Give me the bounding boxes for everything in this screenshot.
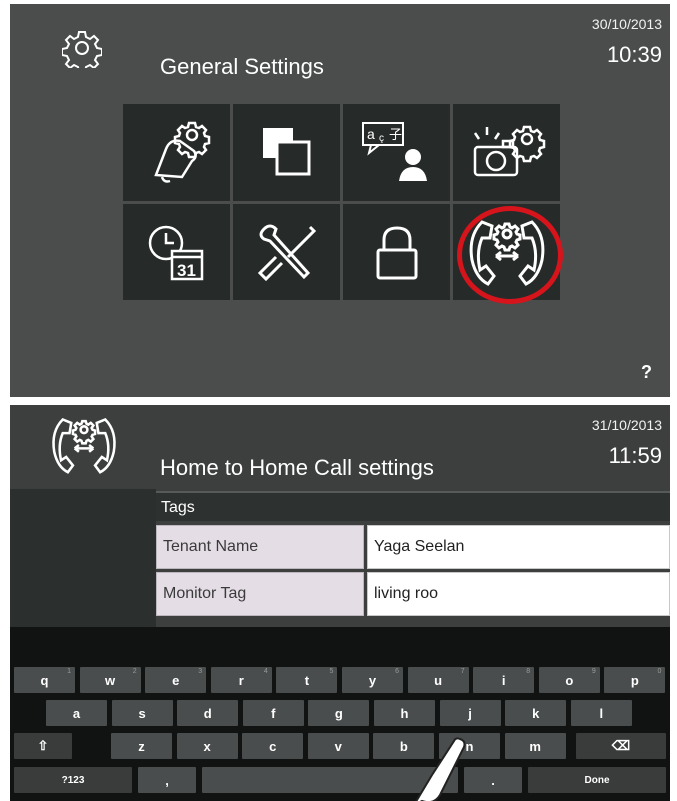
side-strip — [10, 489, 156, 627]
key-w[interactable]: w2 — [79, 667, 141, 693]
page-title: Home to Home Call settings — [160, 455, 434, 480]
key-hint: 5 — [329, 668, 334, 675]
help-button[interactable]: ? — [641, 362, 652, 383]
key-hint: 2 — [132, 668, 137, 675]
key-hint: 4 — [263, 668, 268, 675]
time-display: 11:59 — [608, 443, 662, 468]
home-to-home-call-settings-screen: Home to Home Call settings 31/10/2013 11… — [10, 405, 670, 801]
key-u[interactable]: u7 — [407, 667, 469, 693]
installer-tools-tile[interactable] — [233, 203, 340, 300]
section-header: Tags — [156, 491, 670, 521]
key-s[interactable]: s — [111, 700, 173, 726]
security-settings-tile[interactable] — [343, 203, 450, 300]
svg-text:ç: ç — [379, 133, 384, 144]
key-hint: 7 — [460, 668, 465, 675]
date-display: 30/10/2013 — [591, 16, 662, 32]
svg-text:子: 子 — [389, 127, 402, 142]
done-key[interactable]: Done — [528, 767, 666, 793]
period-key[interactable]: . — [464, 767, 522, 793]
language-settings-tile[interactable]: a ç 子 — [343, 104, 450, 201]
key-h[interactable]: h — [374, 700, 435, 726]
keyboard-row-2: asdfghjkl — [10, 700, 670, 726]
delete-key[interactable]: ⌫ — [576, 733, 666, 759]
monitor-tag-label: Monitor Tag — [156, 572, 364, 616]
time-display: 10:39 — [606, 42, 662, 67]
page-title: General Settings — [160, 54, 324, 79]
display-settings-tile[interactable] — [233, 104, 340, 201]
bell-gear-icon — [142, 117, 212, 187]
clock-calendar-icon: 31 — [142, 217, 212, 287]
svg-text:31: 31 — [177, 261, 196, 280]
highlight-circle — [457, 205, 563, 304]
on-screen-keyboard: q1w2e3r4t5y6u7i8o9p0 asdfghjkl ⇧ ⌫ zxcvb… — [10, 627, 670, 801]
overlapping-squares-icon — [257, 122, 317, 182]
finger-pointer-icon — [410, 735, 470, 801]
key-r[interactable]: r4 — [210, 667, 272, 693]
camera-gear-icon — [467, 117, 547, 187]
tools-icon — [252, 217, 322, 287]
key-o[interactable]: o9 — [538, 667, 600, 693]
key-hint: 1 — [67, 668, 71, 675]
general-settings-screen: General Settings 30/10/2013 10:39 a ç 子 … — [10, 4, 670, 397]
keyboard-row-3: ⇧ ⌫ zxcvbnm — [10, 733, 670, 759]
padlock-icon — [372, 222, 422, 282]
settings-grid: a ç 子 31 — [123, 104, 563, 304]
tenant-name-field[interactable]: Yaga Seelan — [367, 525, 670, 569]
key-y[interactable]: y6 — [342, 667, 403, 693]
key-d[interactable]: d — [177, 700, 239, 726]
key-q[interactable]: q1 — [14, 667, 75, 693]
tenant-name-row: Tenant Name Yaga Seelan — [156, 525, 670, 569]
comma-key[interactable]: , — [138, 767, 196, 793]
shift-key[interactable]: ⇧ — [14, 733, 72, 759]
key-x[interactable]: x — [176, 733, 238, 759]
date-time-settings-tile[interactable]: 31 — [123, 203, 230, 300]
key-z[interactable]: z — [111, 733, 172, 759]
key-a[interactable]: a — [46, 700, 107, 726]
key-j[interactable]: j — [439, 700, 501, 726]
key-c[interactable]: c — [242, 733, 304, 759]
key-f[interactable]: f — [242, 700, 304, 726]
key-hint: 0 — [657, 668, 662, 675]
tenant-name-label: Tenant Name — [156, 525, 364, 569]
key-hint: 6 — [395, 668, 399, 675]
key-i[interactable]: i8 — [473, 667, 535, 693]
symbols-key[interactable]: ?123 — [14, 767, 132, 793]
key-hint: 9 — [591, 668, 596, 675]
date-display: 31/10/2013 — [591, 417, 662, 433]
key-v[interactable]: v — [307, 733, 369, 759]
keyboard-row-4: ?123 , . Done — [10, 767, 670, 793]
monitor-tag-field[interactable]: living roo — [367, 572, 670, 616]
key-hint: 3 — [198, 668, 203, 675]
camera-settings-tile[interactable] — [453, 104, 560, 201]
monitor-tag-row: Monitor Tag living roo — [156, 572, 670, 616]
ringtone-settings-tile[interactable] — [123, 104, 230, 201]
keyboard-row-1: q1w2e3r4t5y6u7i8o9p0 — [10, 667, 670, 693]
key-k[interactable]: k — [505, 700, 567, 726]
key-p[interactable]: p0 — [604, 667, 666, 693]
key-t[interactable]: t5 — [276, 667, 338, 693]
svg-text:a: a — [367, 126, 375, 142]
key-l[interactable]: l — [570, 700, 632, 726]
key-e[interactable]: e3 — [145, 667, 207, 693]
home-to-home-call-icon — [44, 411, 124, 484]
settings-gear-icon[interactable] — [61, 28, 103, 73]
key-m[interactable]: m — [504, 733, 566, 759]
key-g[interactable]: g — [308, 700, 370, 726]
language-person-icon: a ç 子 — [357, 117, 437, 187]
key-hint: 8 — [526, 668, 531, 675]
home-to-home-call-tile[interactable] — [453, 203, 563, 304]
